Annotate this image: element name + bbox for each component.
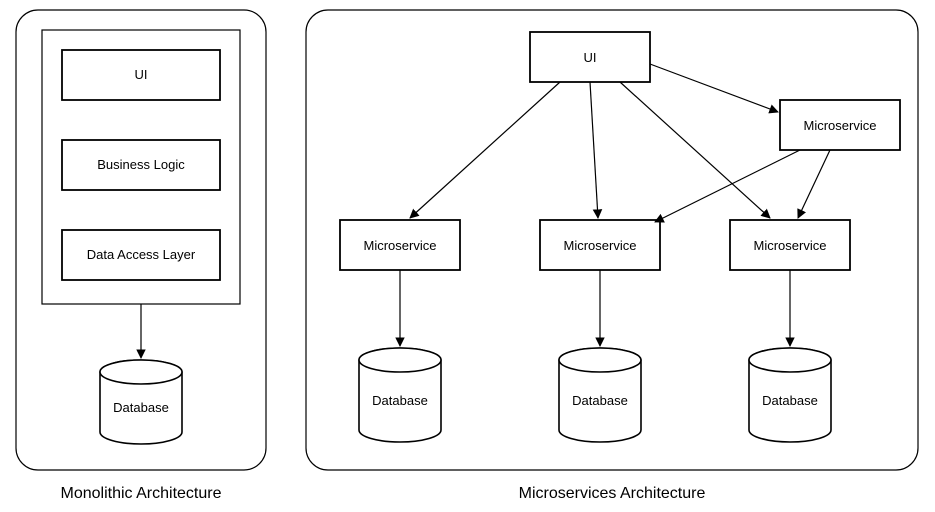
micro-db2-label: Database	[572, 393, 628, 408]
micro-db1-label: Database	[372, 393, 428, 408]
arrow-ui-ms4	[650, 64, 778, 112]
arrow-ms4-ms2	[655, 150, 800, 222]
micro-box-ui: UI	[530, 32, 650, 82]
micro-ui-label: UI	[584, 50, 597, 65]
microservices-panel: UI Microservice Microservice Microservic…	[306, 10, 918, 502]
mono-box-data-access: Data Access Layer	[62, 230, 220, 280]
microservices-caption: Microservices Architecture	[519, 485, 706, 502]
micro-box-ms4: Microservice	[780, 100, 900, 150]
monolithic-caption: Monolithic Architecture	[61, 485, 222, 502]
micro-box-ms1: Microservice	[340, 220, 460, 270]
mono-db: Database	[100, 360, 182, 444]
micro-ms1-label: Microservice	[364, 238, 437, 253]
micro-ms3-label: Microservice	[754, 238, 827, 253]
monolithic-panel: UI Business Logic Data Access Layer Data…	[16, 10, 266, 502]
micro-box-ms2: Microservice	[540, 220, 660, 270]
arrow-ui-ms1	[410, 82, 560, 218]
mono-box-business-logic: Business Logic	[62, 140, 220, 190]
arrow-ms4-ms3	[798, 150, 830, 218]
micro-ms2-label: Microservice	[564, 238, 637, 253]
mono-db-label: Database	[113, 400, 169, 415]
micro-db3: Database	[749, 348, 831, 442]
mono-logic-label: Business Logic	[97, 157, 185, 172]
micro-db2: Database	[559, 348, 641, 442]
arrow-ui-ms3	[620, 82, 770, 218]
micro-db3-label: Database	[762, 393, 818, 408]
micro-box-ms3: Microservice	[730, 220, 850, 270]
mono-data-label: Data Access Layer	[87, 247, 196, 262]
micro-db1: Database	[359, 348, 441, 442]
micro-ms4-label: Microservice	[804, 118, 877, 133]
mono-ui-label: UI	[135, 67, 148, 82]
mono-box-ui: UI	[62, 50, 220, 100]
arrow-ui-ms2	[590, 82, 598, 218]
architecture-diagram: UI Business Logic Data Access Layer Data…	[0, 0, 935, 512]
